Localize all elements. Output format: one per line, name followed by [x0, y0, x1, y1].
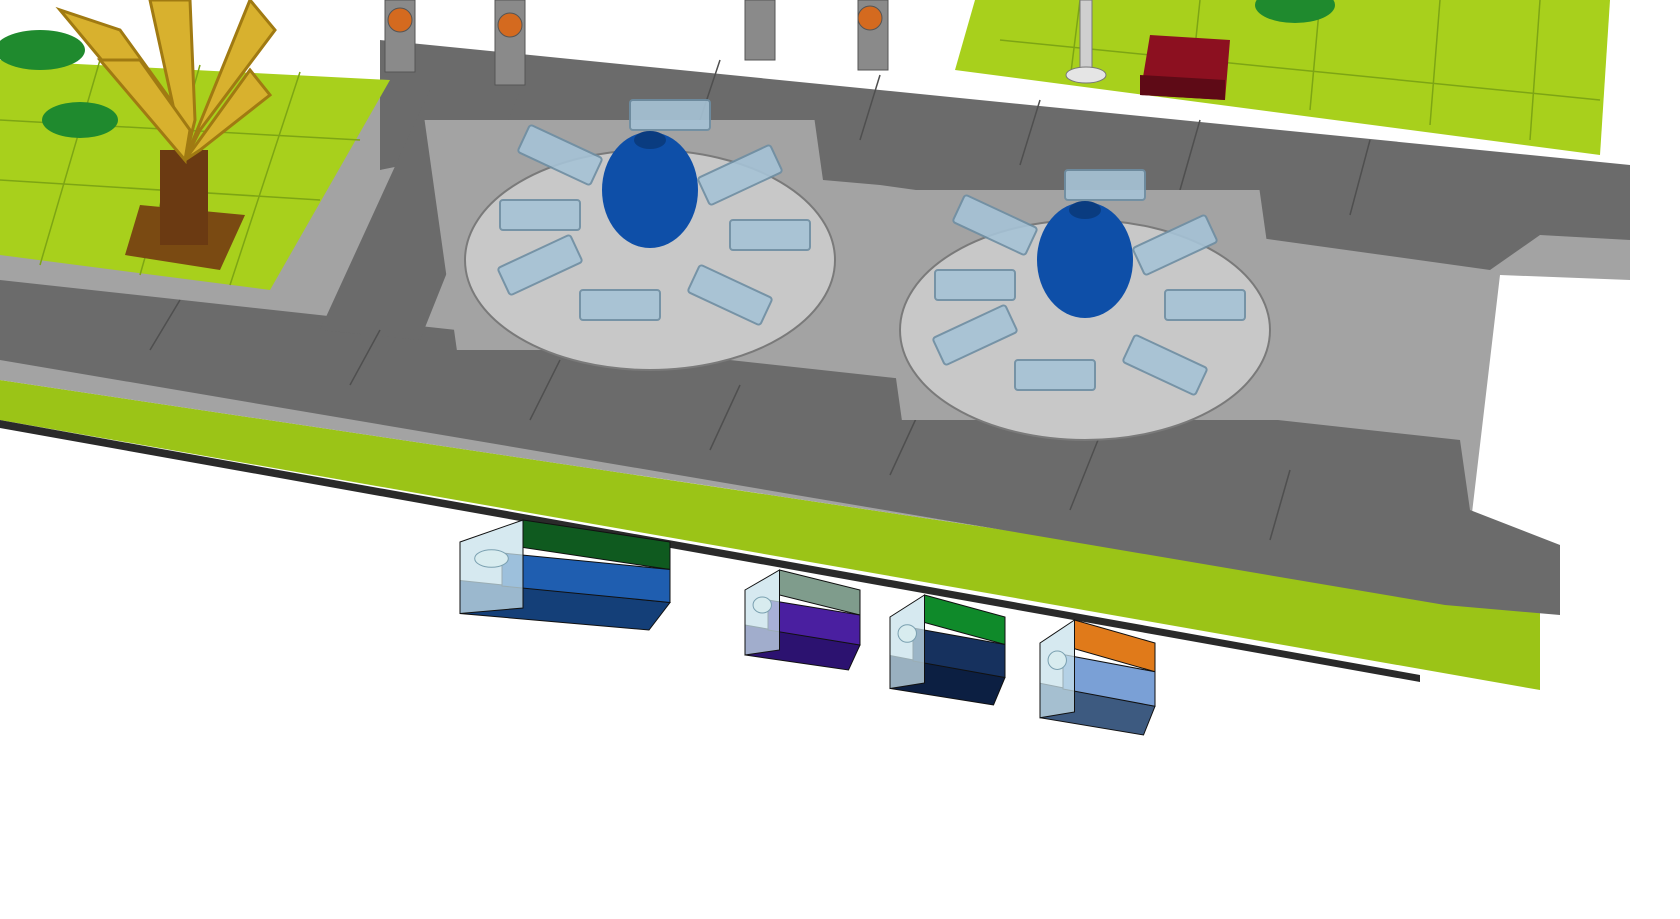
bench — [1140, 35, 1230, 100]
scene-canvas — [0, 0, 1630, 736]
stud — [1047, 650, 1067, 670]
stud — [752, 596, 772, 614]
lego-city-park-render — [0, 0, 1680, 919]
stud — [897, 624, 917, 643]
brick-stack-2 — [744, 569, 861, 671]
fountain-2 — [869, 169, 1292, 441]
brick-stack-4 — [1039, 619, 1156, 736]
fountain-1 — [424, 99, 847, 371]
stud — [474, 549, 509, 568]
brick-stack-3 — [889, 594, 1006, 706]
